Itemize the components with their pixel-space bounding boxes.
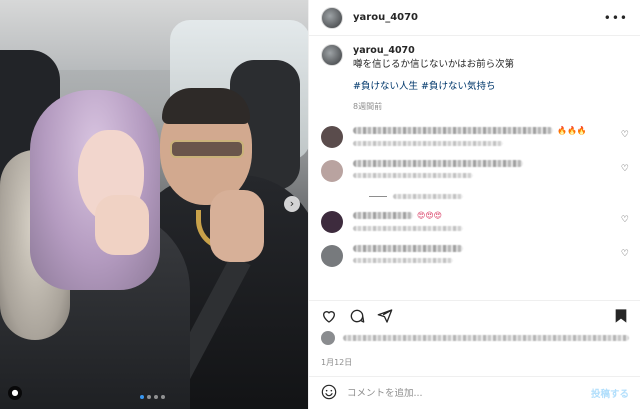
comment-avatar[interactable]	[321, 211, 343, 233]
comment-emoji: 😍😍😍	[417, 211, 443, 220]
comment-avatar[interactable]	[321, 245, 343, 267]
blurred-comment-meta	[353, 173, 473, 178]
avatar[interactable]	[321, 6, 343, 29]
comment-item: 🔥🔥🔥 ♡	[321, 126, 629, 148]
blurred-comment-meta	[353, 141, 503, 146]
sunglasses	[170, 140, 244, 158]
header-username[interactable]: yarou_4070	[353, 12, 418, 23]
blurred-comment-text	[353, 245, 463, 252]
blurred-comment-meta	[353, 226, 463, 231]
post-photo[interactable]: › ●	[0, 0, 308, 409]
blurred-replies-text	[393, 194, 463, 199]
caption-hashtags[interactable]: #負けない人生 #負けない気持ち	[353, 80, 514, 94]
blurred-likes-text	[343, 335, 629, 341]
peace-sign-hand-right	[210, 190, 264, 262]
post-side-panel: yarou_4070 ••• yarou_4070 噂を信じるか信じないかはお前…	[308, 0, 640, 409]
blurred-comment-text	[353, 212, 413, 219]
heart-icon[interactable]: ♡	[621, 130, 629, 140]
heart-icon[interactable]: ♡	[621, 164, 629, 174]
caption-text: 噂を信じるか信じないかはお前ら次第	[353, 59, 515, 70]
more-icon[interactable]: •••	[604, 11, 628, 25]
chevron-right-icon[interactable]: ›	[284, 196, 300, 212]
replies-line	[369, 196, 387, 197]
comment-avatar[interactable]	[321, 160, 343, 182]
caption: yarou_4070 噂を信じるか信じないかはお前ら次第 #負けない人生 #負け…	[321, 44, 629, 114]
comment-item: ♡	[321, 245, 629, 267]
comment-avatar[interactable]	[321, 126, 343, 148]
comment-input[interactable]	[347, 387, 581, 399]
comment-item: ♡	[321, 160, 629, 182]
peace-sign-hand-left	[95, 195, 149, 255]
smiley-icon[interactable]	[321, 384, 337, 403]
comment-icon[interactable]	[349, 308, 365, 324]
blurred-comment-meta	[353, 258, 453, 263]
view-replies[interactable]	[369, 194, 629, 199]
user-tag-icon[interactable]: ●	[8, 386, 22, 400]
comments-list[interactable]: yarou_4070 噂を信じるか信じないかはお前ら次第 #負けない人生 #負け…	[309, 44, 640, 296]
caption-avatar[interactable]	[321, 44, 343, 66]
heart-icon[interactable]: ♡	[621, 215, 629, 225]
carousel-dot	[154, 395, 158, 399]
post-header: yarou_4070 •••	[309, 0, 640, 36]
heart-icon[interactable]	[321, 308, 337, 324]
likes-row[interactable]	[321, 331, 629, 345]
action-bar	[309, 300, 640, 330]
caption-time: 8週間前	[353, 102, 383, 111]
comment-item: 😍😍😍 ♡	[321, 211, 629, 233]
bookmark-icon[interactable]	[613, 308, 629, 324]
caption-username[interactable]: yarou_4070	[353, 45, 415, 56]
liker-avatar	[321, 331, 335, 345]
post-comment-button[interactable]: 投稿する	[591, 386, 629, 400]
carousel-dot	[161, 395, 165, 399]
carousel-dots	[140, 395, 165, 399]
share-icon[interactable]	[377, 308, 393, 324]
carousel-dot	[140, 395, 144, 399]
blurred-comment-text	[353, 160, 523, 167]
add-comment-bar: 投稿する	[309, 376, 640, 409]
comment-emoji: 🔥🔥🔥	[557, 126, 587, 135]
heart-icon[interactable]: ♡	[621, 249, 629, 259]
post-date: 1月12日	[321, 358, 353, 367]
carousel-dot	[147, 395, 151, 399]
blurred-comment-text	[353, 127, 553, 134]
man-hair	[162, 88, 250, 124]
